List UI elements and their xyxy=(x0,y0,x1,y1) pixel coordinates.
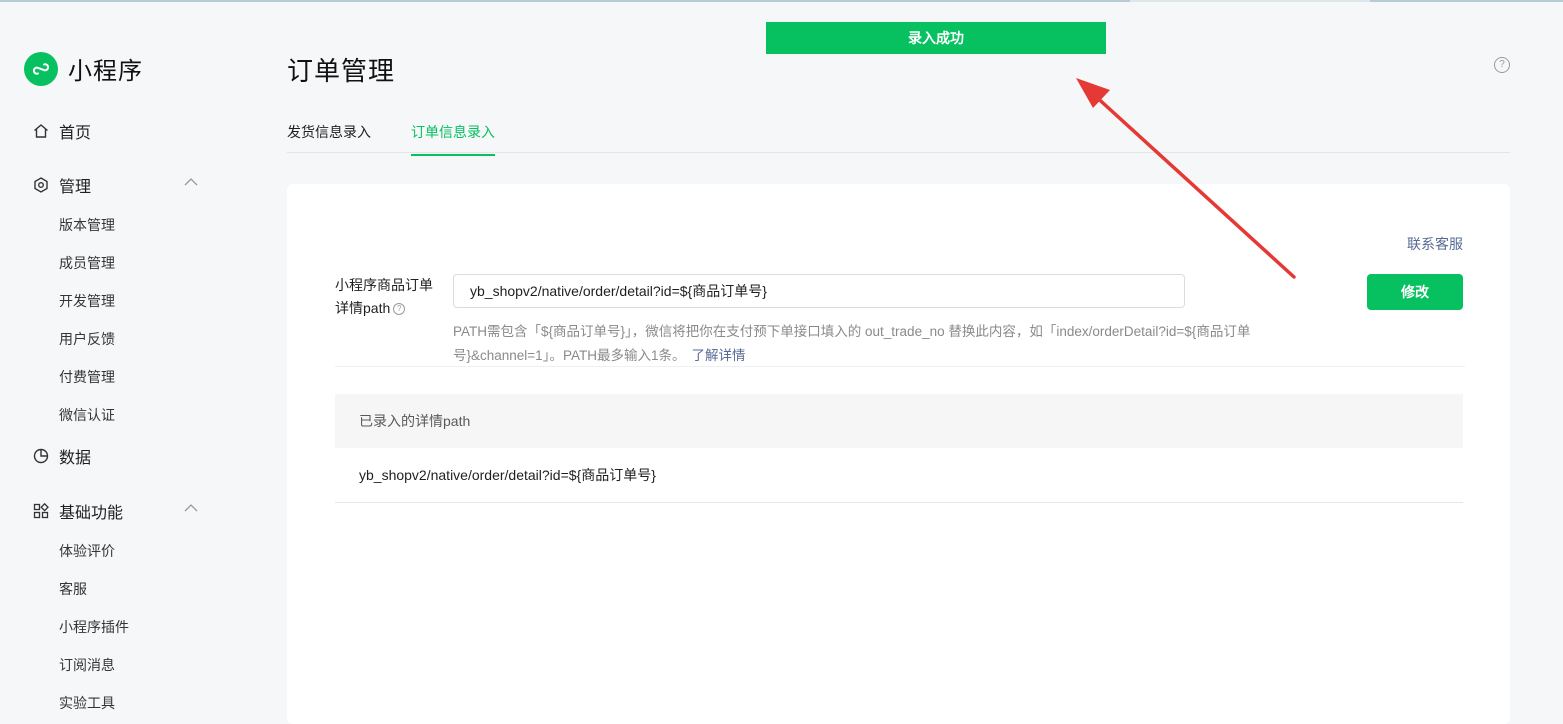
sidebar-item-version[interactable]: 版本管理 xyxy=(59,215,115,235)
sidebar-item-payment[interactable]: 付费管理 xyxy=(59,367,115,387)
question-circle-icon[interactable]: ? xyxy=(393,303,406,315)
sidebar-item-feedback[interactable]: 用户反馈 xyxy=(59,329,115,349)
brand-name: 小程序 xyxy=(68,58,143,85)
field-description: PATH需包含「${商品订单号}」，微信将把你在支付预下单接口填入的 out_t… xyxy=(453,320,1323,368)
recorded-paths-table: 已录入的详情path yb_shopv2/native/order/detail… xyxy=(335,394,1463,503)
table-row: yb_shopv2/native/order/detail?id=${商品订单号… xyxy=(335,448,1463,503)
table-header: 已录入的详情path xyxy=(335,394,1463,448)
brand[interactable]: 小程序 xyxy=(24,51,143,86)
sidebar-item-label: 数据 xyxy=(59,450,92,467)
sidebar-item-label: 管理 xyxy=(59,179,92,196)
home-icon xyxy=(34,124,48,138)
chevron-up-icon[interactable] xyxy=(184,177,198,187)
sidebar-item-label: 基础功能 xyxy=(59,505,124,522)
sidebar-item-basic[interactable]: 基础功能 xyxy=(32,499,198,523)
path-form-row: 小程序商品订单 详情path? 修改 PATH需包含「${商品订单号}」，微信将… xyxy=(335,266,1465,366)
grid-apps-icon xyxy=(33,502,49,519)
learn-more-link[interactable]: 了解详情 xyxy=(691,348,745,363)
sidebar-item-experience[interactable]: 体验评价 xyxy=(59,541,115,561)
page-title: 订单管理 xyxy=(287,56,396,86)
field-label-line2: 详情path xyxy=(335,300,391,316)
tab-bar: 发货信息录入 订单信息录入 xyxy=(287,115,1510,156)
sidebar-item-data[interactable]: 数据 xyxy=(32,444,91,468)
sidebar-item-subscribe[interactable]: 订阅消息 xyxy=(59,655,115,675)
mini-program-logo-icon xyxy=(24,51,58,86)
sidebar-item-manage[interactable]: 管理 xyxy=(32,173,198,197)
sidebar: 小程序 首页 管理 版本管理 成员管理 开发管理 用户反馈 付费管理 微信认证 … xyxy=(0,0,240,716)
question-circle-icon[interactable]: ? xyxy=(1494,57,1510,73)
field-label-line1: 小程序商品订单 xyxy=(335,277,433,293)
pie-chart-icon xyxy=(33,448,49,464)
chevron-up-icon[interactable] xyxy=(184,503,198,513)
field-description-text: PATH需包含「${商品订单号}」，微信将把你在支付预下单接口填入的 out_t… xyxy=(453,324,1251,363)
hexagon-settings-icon xyxy=(34,177,48,193)
sidebar-item-verify[interactable]: 微信认证 xyxy=(59,405,115,425)
detail-path-input[interactable] xyxy=(453,274,1185,308)
modify-button[interactable]: 修改 xyxy=(1367,274,1463,310)
sidebar-item-plugins[interactable]: 小程序插件 xyxy=(59,617,129,637)
contact-support-link[interactable]: 联系客服 xyxy=(1407,234,1463,254)
order-info-card: 联系客服 小程序商品订单 详情path? 修改 PATH需包含「${商品订单号}… xyxy=(287,184,1510,724)
sidebar-item-label: 首页 xyxy=(59,125,92,142)
sidebar-item-customer-service[interactable]: 客服 xyxy=(59,579,87,599)
sidebar-item-lab[interactable]: 实验工具 xyxy=(59,693,115,713)
sidebar-item-dev[interactable]: 开发管理 xyxy=(59,291,115,311)
success-toast: 录入成功 xyxy=(766,22,1106,54)
sidebar-item-members[interactable]: 成员管理 xyxy=(59,253,115,273)
field-label: 小程序商品订单 详情path? xyxy=(335,274,445,320)
tab-shipping-info[interactable]: 发货信息录入 xyxy=(287,122,371,154)
tab-order-info[interactable]: 订单信息录入 xyxy=(411,122,495,156)
sidebar-item-home[interactable]: 首页 xyxy=(32,119,91,143)
